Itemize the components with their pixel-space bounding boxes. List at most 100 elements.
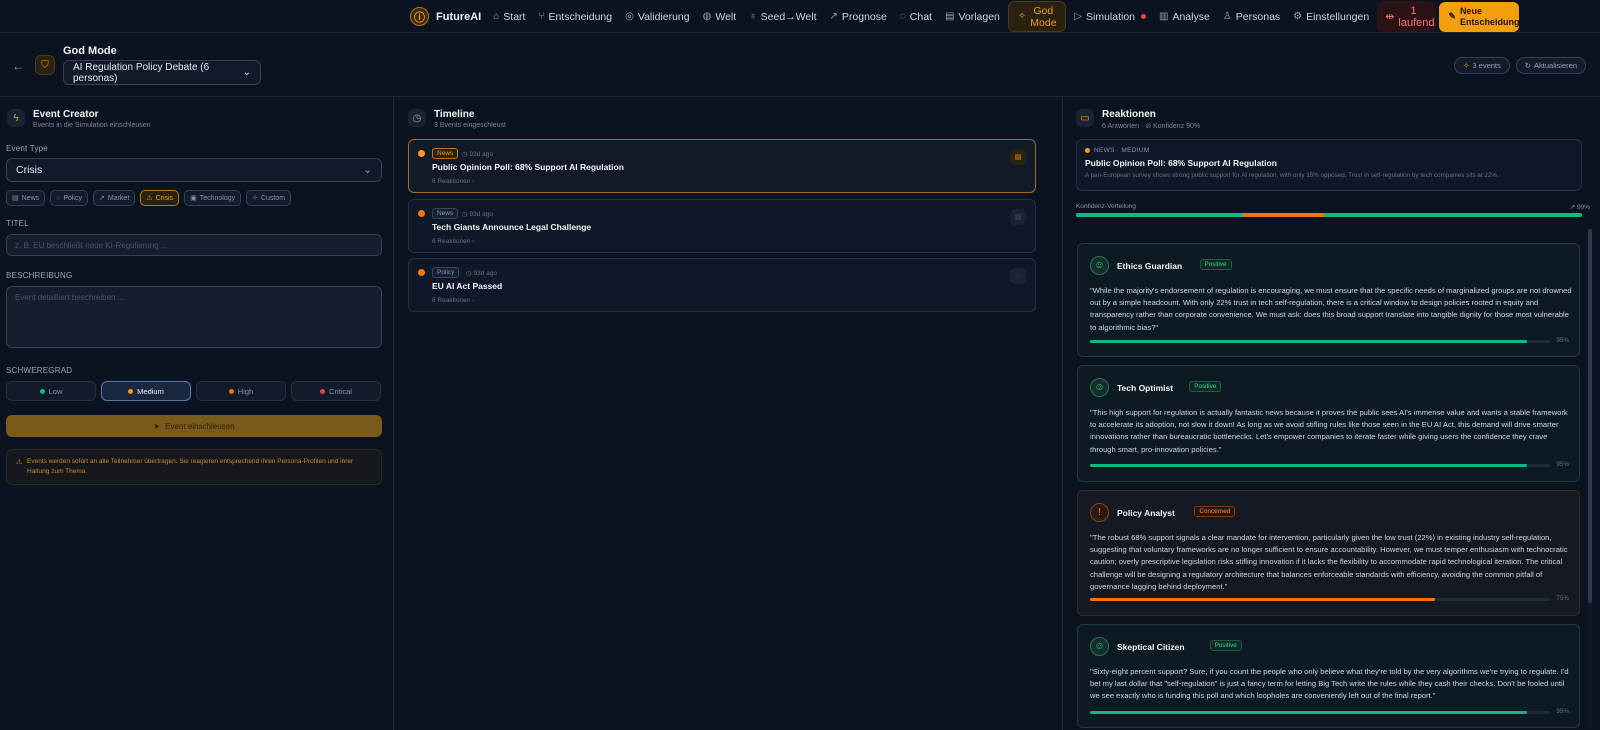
target-icon: ◎ [625,11,634,22]
severity-low-button[interactable]: Low [6,381,96,401]
confidence-bar-fill [1090,711,1527,714]
shield-icon: ⛉ [35,55,55,75]
chip-technology[interactable]: ▣ Technology [184,190,242,206]
title-input[interactable]: z. B. EU beschließt neue KI-Regulierung … [6,234,382,256]
users-icon: ♙ [1222,11,1232,22]
event-title: EU AI Act Passed [432,281,503,291]
severity-medium-button[interactable]: Medium [101,381,191,401]
severity-critical-button[interactable]: Critical [291,381,381,401]
trend-icon: ↗ [99,195,105,202]
chat-icon: ◌ [56,194,61,202]
new-decision-button[interactable]: ✎ Neue Entscheidung [1439,1,1519,32]
template-icon: ▤ [944,11,955,22]
nav-personas[interactable]: ♙ Personas [1218,7,1285,27]
event-type-chips: ▤ News ◌ Policy ↗ Market ⚠ Crisis ▣ Technology ✧ Cu… [6,190,292,206]
severity-label: SCHWEREGRAD [6,366,73,375]
persona-reaction-card: ! Policy Analyst Concerned "The robust 68% … [1077,490,1580,616]
nav-god-mode[interactable]: ✧ God Mode [1007,1,1067,32]
simulation-select[interactable]: AI Regulation Policy Debate (6 personas)… [63,60,261,85]
nav-analyse-label: Analyse [1172,10,1210,23]
home-icon: ⌂ [493,11,500,22]
persona-quote: "While the majority's endorsement of reg… [1090,286,1572,332]
selected-event-meta-text: NEWS · MEDIUM [1094,147,1150,154]
persona-reaction-card: ☺ Skeptical Citizen Positive "Sixty-eight p… [1077,624,1580,728]
event-type-value: Crisis [16,164,43,176]
chip-label: Crisis [155,194,174,202]
sparkle-icon: ✧ [1017,10,1027,22]
chip-crisis[interactable]: ⚠ Crisis [140,190,180,206]
chip-policy[interactable]: ◌ Policy [50,190,88,206]
confidence-bar-fill [1090,340,1527,343]
reaction-count: 6 Reaktionen › [432,238,474,245]
reaction-count-text: 6 Reaktionen [432,297,471,304]
confidence-bar [1090,464,1550,467]
selected-event-description: A pan-European survey shows strong publi… [1085,172,1499,179]
back-arrow-icon[interactable]: ← [12,59,24,73]
confidence-segment [1076,213,1243,217]
nav-vorlagen[interactable]: ▤ Vorlagen [940,7,1005,27]
nav-prognose[interactable]: ↗ Prognose [825,7,892,27]
chat-icon[interactable]: ◌ [1010,268,1026,284]
nav-chat[interactable]: ◌ Chat [895,7,937,27]
timeline-event-card[interactable]: Policy ◷ 93d ago EU AI Act Passed 6 Reaktio… [408,258,1036,312]
nav-start[interactable]: ⌂ Start [488,7,530,27]
status-dot [1085,148,1090,153]
chip-label: Technology [199,194,236,202]
inject-event-button[interactable]: ➤ Event einschleusen [6,415,382,437]
running-indicator[interactable]: ⇹ 1 laufend [1377,1,1437,32]
nav-validierung-label: Validierung [637,10,690,23]
scrollbar-thumb[interactable] [1588,229,1592,603]
chip-label: Market [107,194,130,202]
newspaper-icon[interactable]: ▤ [1010,209,1026,225]
refresh-button[interactable]: ↻ Aktualisieren [1515,57,1586,74]
chat-icon: ◌ [899,11,906,22]
chip-custom[interactable]: ✧ Custom [246,190,292,206]
nav-entscheidung[interactable]: ⑂ Entscheidung [533,7,617,27]
persona-quote: "The robust 68% support signals a clear … [1090,533,1568,591]
nav-seed-welt[interactable]: ♁ Seed→Welt [744,7,821,27]
confidence-bar-fill [1090,464,1527,467]
severity-high-button[interactable]: High [196,381,286,401]
severity-label: Low [48,386,63,396]
nav-simulation[interactable]: ▷ Simulation [1069,7,1151,27]
nav-analyse[interactable]: ▥ Analyse [1154,7,1215,27]
nav-einstellungen[interactable]: ⚙ Einstellungen [1288,7,1374,27]
refresh-icon: ↻ [1524,61,1532,70]
timeline-event-card[interactable]: News ◷ 93d ago Public Opinion Poll: 68% Su… [408,139,1036,193]
chevron-down-icon: ⌄ [363,164,372,176]
nav-chat-label: Chat [909,10,932,23]
simulation-select-value: AI Regulation Policy Debate (6 personas) [73,61,210,84]
nav-welt-label: Welt [715,10,737,23]
event-timestamp: ◷ 93d ago [462,151,493,158]
bulb-icon: ⓘ [410,7,429,26]
chip-label: News [21,194,40,202]
confidence-distribution-bar [1076,213,1582,217]
nav-validierung[interactable]: ◎ Validierung [620,7,695,27]
event-type-select[interactable]: Crisis ⌄ [6,158,382,182]
nav-welt[interactable]: ◍ Welt [698,7,742,27]
newspaper-icon[interactable]: ▤ [1010,149,1026,165]
confidence-percent: 95% [1556,708,1569,715]
severity-dot [128,388,134,394]
severity-dot [39,388,45,394]
event-type-badge: News [432,208,459,219]
brand[interactable]: ⓘ FutureAI [410,7,481,26]
event-creator-subtitle: Events in die Simulation einschleusen [33,122,151,129]
scrollbar[interactable] [1588,229,1592,729]
selected-event-meta: NEWS · MEDIUM [1085,147,1573,154]
chip-market[interactable]: ↗ Market [93,190,136,206]
reaction-count: 6 Reaktionen › [432,297,474,304]
lightning-icon: ϟ [7,109,25,127]
selected-event-title: Public Opinion Poll: 68% Support AI Regu… [1085,158,1277,168]
message-icon: ▭ [1076,109,1094,127]
smile-icon: ☺ [1090,637,1109,656]
reactions-title: Reaktionen [1102,109,1156,120]
event-title: Public Opinion Poll: 68% Support AI Regu… [432,162,624,172]
nav-vorlagen-label: Vorlagen [958,10,1000,23]
description-textarea[interactable]: Event detailliert beschreiben ... [6,286,382,348]
chip-news[interactable]: ▤ News [6,190,46,206]
warning-icon: ⚠ [146,195,153,202]
timeline-event-card[interactable]: News ◷ 93d ago Tech Giants Announce Legal … [408,199,1036,253]
nav-simulation-label: Simulation [1085,10,1136,23]
sentiment-badge: Concerned [1194,506,1236,517]
